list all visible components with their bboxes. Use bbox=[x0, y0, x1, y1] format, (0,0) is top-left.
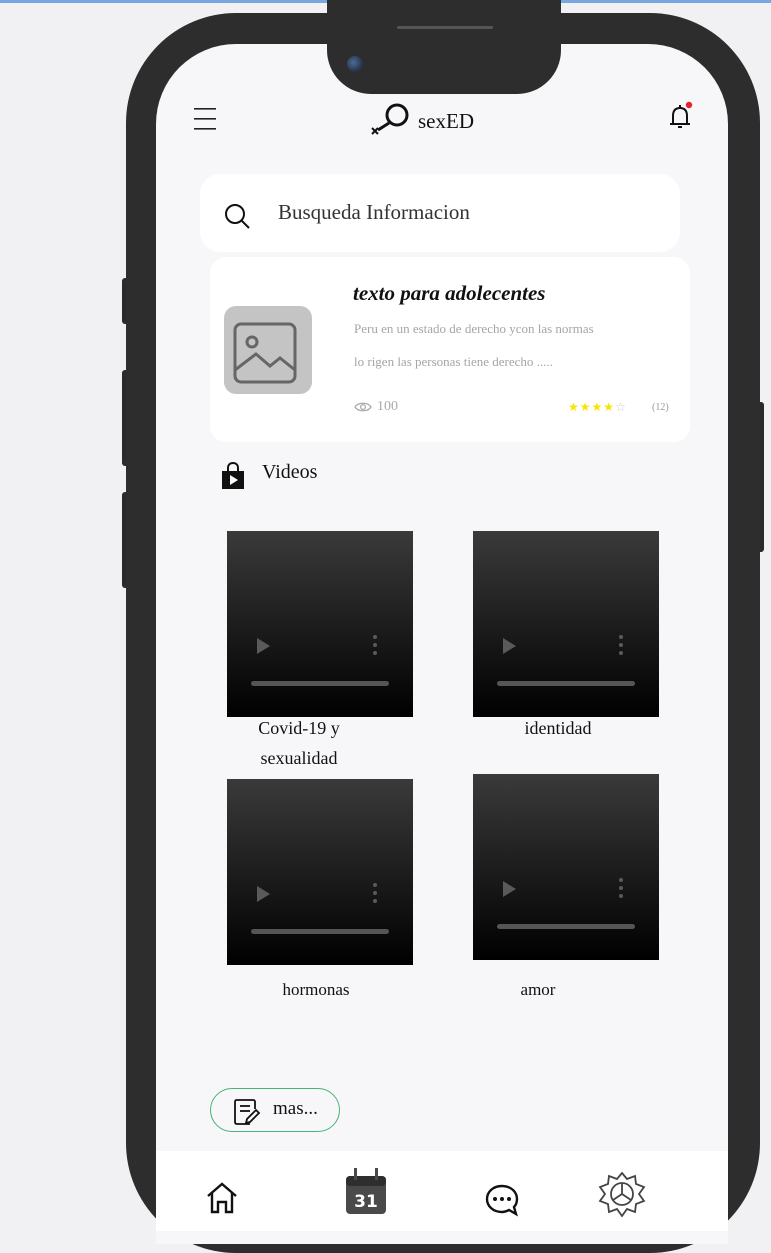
rating-count: (12) bbox=[652, 402, 669, 413]
rating-stars: ★★★★☆ bbox=[568, 400, 627, 414]
video-player-3[interactable] bbox=[227, 779, 413, 965]
video-caption-4: amor bbox=[520, 980, 556, 999]
play-icon[interactable] bbox=[257, 886, 270, 902]
video-caption-1-line1: Covid-19 y bbox=[258, 718, 340, 738]
bell-icon bbox=[670, 101, 693, 128]
video-player-2[interactable] bbox=[473, 531, 659, 717]
more-options-icon[interactable] bbox=[373, 635, 377, 659]
view-count: 100 bbox=[377, 399, 398, 414]
star-empty-icon: ☆ bbox=[615, 400, 627, 414]
video-player-4[interactable] bbox=[473, 774, 659, 960]
nav-home-button[interactable] bbox=[204, 1180, 240, 1216]
menu-button[interactable] bbox=[190, 104, 222, 134]
video-caption-3: hormonas bbox=[282, 980, 350, 999]
video-progress-bar[interactable] bbox=[497, 924, 635, 929]
home-icon bbox=[207, 1182, 237, 1214]
more-options-icon[interactable] bbox=[373, 883, 377, 907]
chat-bubble-icon bbox=[485, 1184, 519, 1217]
calendar-day: 31 bbox=[354, 1192, 378, 1212]
more-button-label: mas... bbox=[273, 1098, 318, 1119]
article-excerpt-line2: lo rigen las personas tiene derecho ....… bbox=[354, 354, 553, 369]
logo-magnifier-icon bbox=[371, 103, 409, 135]
article-excerpt-line1: Peru en un estado de derecho ycon las no… bbox=[354, 321, 594, 336]
play-icon[interactable] bbox=[503, 881, 516, 897]
eye-icon bbox=[354, 400, 372, 414]
search-icon bbox=[222, 202, 252, 232]
hamburger-menu-icon bbox=[194, 108, 216, 130]
video-caption-2: identidad bbox=[524, 718, 592, 738]
videos-section-title: Videos bbox=[262, 461, 318, 483]
shopping-bag-play-icon bbox=[220, 461, 246, 490]
nav-chat-button[interactable] bbox=[484, 1182, 520, 1218]
star-filled-icon: ★ bbox=[591, 400, 604, 414]
phone-speaker bbox=[397, 26, 493, 29]
document-edit-icon bbox=[232, 1097, 262, 1127]
notifications-button[interactable] bbox=[664, 100, 698, 134]
play-icon[interactable] bbox=[503, 638, 516, 654]
star-filled-icon: ★ bbox=[579, 400, 592, 414]
video-progress-bar[interactable] bbox=[497, 681, 635, 686]
star-filled-icon: ★ bbox=[568, 400, 580, 414]
phone-notch bbox=[327, 0, 561, 94]
article-thumbnail bbox=[224, 306, 312, 394]
phone-camera bbox=[347, 56, 363, 72]
video-progress-bar[interactable] bbox=[251, 929, 389, 934]
more-options-icon[interactable] bbox=[619, 878, 623, 902]
nav-settings-button[interactable] bbox=[597, 1170, 647, 1220]
video-progress-bar[interactable] bbox=[251, 681, 389, 686]
image-placeholder-icon bbox=[233, 322, 297, 384]
more-options-icon[interactable] bbox=[619, 635, 623, 659]
video-player-1[interactable] bbox=[227, 531, 413, 717]
play-icon[interactable] bbox=[257, 638, 270, 654]
search-input[interactable]: Busqueda Informacion bbox=[278, 200, 470, 225]
settings-gear-icon bbox=[598, 1171, 646, 1218]
video-caption-1-line2: sexualidad bbox=[260, 748, 338, 768]
video-caption-1: Covid-19 y sexualidad bbox=[227, 713, 371, 773]
app-title: sexED bbox=[418, 109, 474, 133]
app-logo bbox=[368, 100, 412, 140]
article-title: texto para adolecentes bbox=[353, 281, 546, 305]
star-filled-icon: ★ bbox=[603, 400, 616, 414]
